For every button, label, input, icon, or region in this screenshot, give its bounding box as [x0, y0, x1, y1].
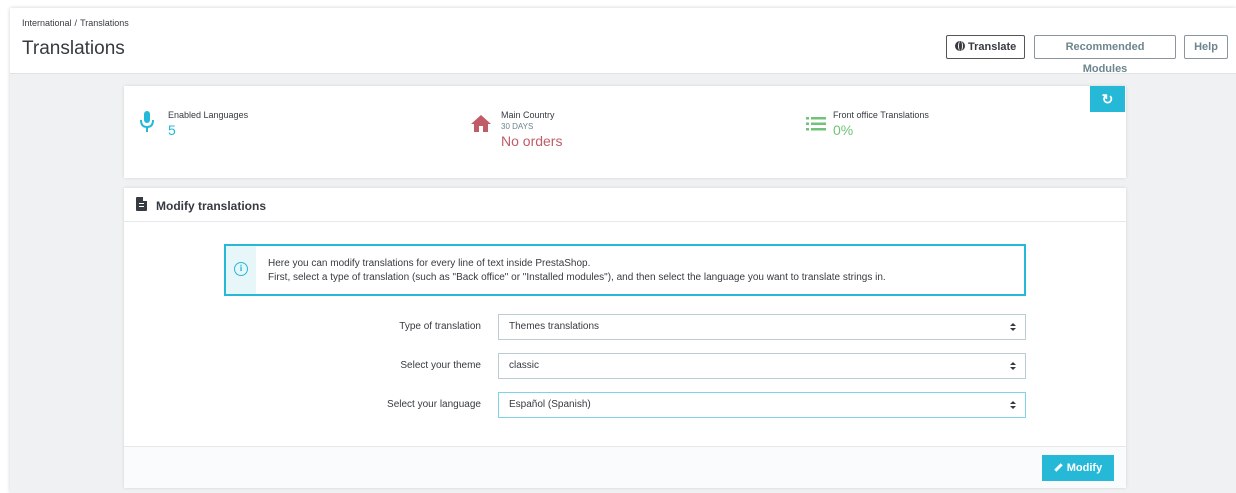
modify-button[interactable]: Modify — [1042, 455, 1114, 481]
breadcrumb-translations: Translations — [80, 18, 129, 28]
sort-caret-icon — [1010, 362, 1016, 371]
kpi-value: No orders — [501, 133, 563, 149]
list-icon — [806, 117, 826, 131]
kpi-label: Enabled Languages — [168, 110, 249, 120]
select-theme-select[interactable]: classic — [498, 353, 1026, 379]
panel-title: Modify translations — [156, 199, 267, 213]
alert-icon-area: i — [226, 246, 256, 294]
recommended-modules-button[interactable]: Recommended Modules — [1034, 35, 1176, 75]
translate-label: Translate — [968, 41, 1017, 53]
pencil-icon — [1054, 463, 1063, 472]
kpi-value: 0% — [833, 122, 854, 138]
info-alert: i Here you can modify translations for e… — [224, 244, 1026, 296]
select-theme-label: Select your theme — [400, 360, 481, 371]
refresh-icon: ↻ — [1101, 91, 1114, 107]
translate-button[interactable]: Translate — [946, 35, 1026, 59]
microphone-icon — [140, 111, 154, 132]
page-title: Translations — [22, 38, 125, 59]
alert-line-2: First, select a type of translation (suc… — [268, 272, 886, 283]
panel-footer: Modify — [124, 446, 1126, 488]
kpi-label: Front office Translations — [833, 110, 929, 120]
select-value: Español (Spanish) — [509, 399, 591, 410]
kpi-value: 5 — [168, 122, 176, 138]
modify-translations-panel: Modify translations i Here you can modif… — [124, 188, 1126, 488]
sort-caret-icon — [1010, 323, 1016, 332]
breadcrumb-separator: / — [74, 18, 78, 28]
help-button[interactable]: Help — [1184, 35, 1228, 59]
type-of-translation-select[interactable]: Themes translations — [498, 314, 1026, 340]
alert-line-1: Here you can modify translations for eve… — [268, 258, 591, 269]
field-row-type: Type of translation Themes translations — [124, 314, 1126, 340]
kpi-row: ↻ Enabled Languages 5 Main Country 30 DA… — [124, 86, 1126, 178]
field-row-language: Select your language Español (Spanish) — [124, 392, 1126, 418]
kpi-label: Main Country — [501, 110, 555, 120]
kpi-period: 30 DAYS — [501, 122, 534, 131]
page-header: International / Translations Translations … — [10, 8, 1236, 75]
select-value: classic — [509, 360, 540, 371]
breadcrumb-international[interactable]: International — [22, 18, 72, 28]
select-language-label: Select your language — [387, 399, 481, 410]
panel-heading: Modify translations — [124, 188, 1126, 222]
select-value: Themes translations — [509, 321, 600, 332]
kpi-enabled-languages: Enabled Languages 5 — [168, 110, 248, 138]
globe-icon — [955, 41, 965, 51]
breadcrumb: International / Translations — [22, 18, 129, 28]
alert-text: Here you can modify translations for eve… — [268, 257, 886, 285]
app-frame: International / Translations Translations … — [10, 8, 1236, 493]
kpi-front-office-translations: Front office Translations 0% — [833, 110, 929, 138]
type-of-translation-label: Type of translation — [399, 321, 481, 332]
file-icon — [136, 197, 147, 211]
select-language-select[interactable]: Español (Spanish) — [498, 392, 1026, 418]
refresh-button[interactable]: ↻ — [1090, 86, 1125, 112]
field-row-theme: Select your theme classic — [124, 353, 1126, 379]
sort-caret-icon — [1010, 401, 1016, 410]
home-icon — [471, 115, 491, 132]
modify-label: Modify — [1066, 462, 1103, 474]
kpi-main-country: Main Country 30 DAYS No orders — [501, 110, 562, 149]
info-icon: i — [234, 262, 248, 276]
